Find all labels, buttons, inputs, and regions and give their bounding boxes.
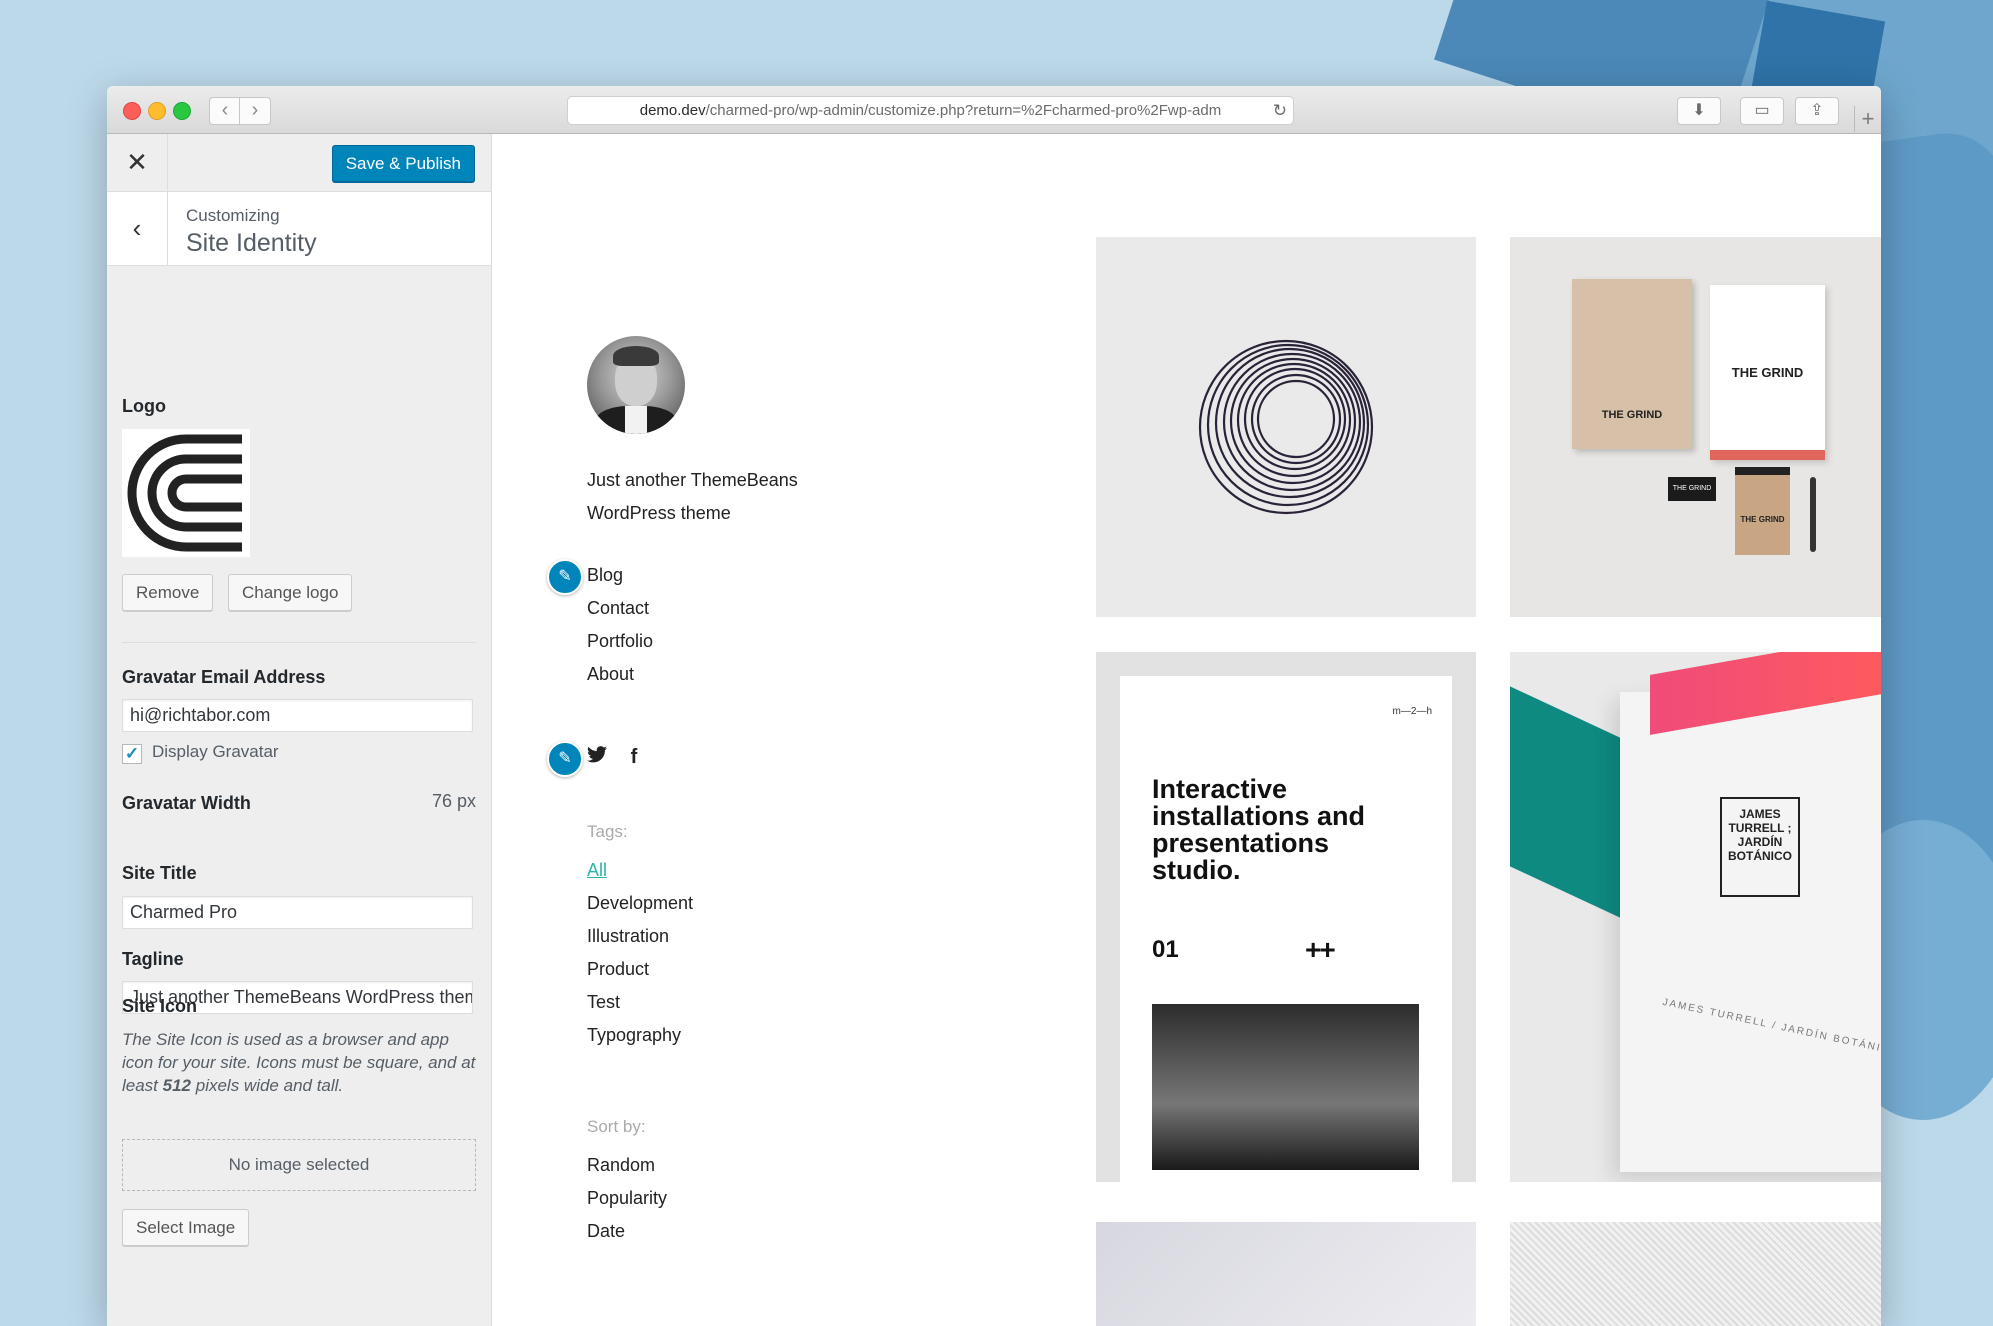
site-preview: Just another ThemeBeans WordPress theme …	[492, 134, 1881, 1326]
twitter-icon[interactable]	[587, 746, 607, 768]
site-title-label: Site Title	[122, 863, 197, 883]
tag-test[interactable]: Test	[587, 986, 693, 1019]
customizing-label: Customizing	[186, 206, 280, 225]
tags-filter: All Development Illustration Product Tes…	[587, 854, 693, 1052]
display-gravatar-label: Display Gravatar	[152, 742, 279, 761]
divider	[122, 642, 476, 643]
customizer-header: ✕ Save & Publish	[107, 134, 491, 192]
site-title-field[interactable]: Charmed Pro	[122, 896, 473, 929]
sort-popularity[interactable]: Popularity	[587, 1182, 667, 1215]
facebook-icon[interactable]: f	[631, 746, 638, 768]
edit-social-pencil-icon[interactable]: ✎	[547, 741, 583, 777]
portfolio-item-6[interactable]	[1510, 1222, 1881, 1326]
tag-development[interactable]: Development	[587, 887, 693, 920]
portfolio-item-the-grind[interactable]: THE GRIND THE GRIND THE GRIND THE GRIND	[1510, 237, 1881, 617]
edit-menu-pencil-icon[interactable]: ✎	[547, 559, 583, 595]
url-path: /charmed-pro/wp-admin/customize.php?retu…	[705, 102, 1222, 119]
tag-illustration[interactable]: Illustration	[587, 920, 693, 953]
remove-logo-button[interactable]: Remove	[122, 574, 214, 611]
menu-item-contact[interactable]: Contact	[587, 592, 653, 625]
back-arrow-icon[interactable]: ‹	[107, 192, 168, 265]
menu-item-blog[interactable]: Blog	[587, 559, 653, 592]
logo-label: Logo	[122, 396, 166, 416]
site-logo-preview	[122, 429, 250, 557]
close-window-button[interactable]	[123, 102, 141, 120]
section-title: Site Identity	[186, 229, 317, 257]
james-turrell-stamp: JAMES TURRELL ; JARDÍN BOTÁNICO	[1720, 797, 1800, 897]
portfolio-item-rings[interactable]	[1096, 237, 1476, 617]
section-header: ‹ Customizing Site Identity	[107, 192, 491, 266]
change-logo-button[interactable]: Change logo	[228, 574, 353, 611]
gravatar-width-label: Gravatar Width	[122, 793, 251, 813]
back-icon[interactable]: ‹	[209, 97, 241, 125]
minimize-window-button[interactable]	[148, 102, 166, 120]
browser-window: ‹ › demo.dev/charmed-pro/wp-admin/custom…	[107, 86, 1881, 1326]
tag-typography[interactable]: Typography	[587, 1019, 693, 1052]
site-icon-placeholder[interactable]: No image selected	[122, 1139, 476, 1191]
primary-menu: Blog Contact Portfolio About	[587, 559, 653, 691]
menu-item-portfolio[interactable]: Portfolio	[587, 625, 653, 658]
portfolio-item-5[interactable]	[1096, 1222, 1476, 1326]
site-tagline: Just another ThemeBeans WordPress theme	[587, 470, 798, 523]
gravatar-email-label: Gravatar Email Address	[122, 667, 326, 687]
zoom-window-button[interactable]	[173, 102, 191, 120]
browser-toolbar: ‹ › demo.dev/charmed-pro/wp-admin/custom…	[107, 86, 1881, 134]
sort-random[interactable]: Random	[587, 1149, 667, 1182]
portfolio-item-james-turrell[interactable]: JAMES TURRELL ; JARDÍN BOTÁNICO JAMES TU…	[1510, 652, 1881, 1182]
address-bar[interactable]: demo.dev/charmed-pro/wp-admin/customize.…	[567, 96, 1294, 125]
url-host: demo.dev	[639, 102, 706, 119]
rings-image	[1198, 339, 1374, 515]
avatar[interactable]	[587, 336, 685, 434]
tagline-label: Tagline	[122, 949, 184, 969]
reload-icon[interactable]: ↻	[1273, 97, 1287, 124]
save-publish-button[interactable]: Save & Publish	[331, 145, 475, 182]
studio-photo	[1152, 1004, 1419, 1170]
menu-item-about[interactable]: About	[587, 658, 653, 691]
tags-label: Tags:	[587, 822, 628, 841]
sort-date[interactable]: Date	[587, 1215, 667, 1248]
forward-icon[interactable]: ›	[239, 97, 271, 125]
site-icon-label: Site Icon	[122, 996, 198, 1016]
sort-options: Random Popularity Date	[587, 1149, 667, 1248]
display-gravatar-checkbox[interactable]: ✓	[122, 744, 142, 764]
tag-all[interactable]: All	[587, 854, 693, 887]
logo-image	[127, 434, 242, 552]
share-icon[interactable]: ⇪	[1795, 97, 1839, 125]
sort-label: Sort by:	[587, 1117, 646, 1136]
gravatar-email-field[interactable]: hi@richtabor.com	[122, 699, 473, 732]
customizer-panel: ✕ Save & Publish ‹ Customizing Site Iden…	[107, 134, 492, 1326]
download-icon[interactable]: ⬇	[1677, 97, 1721, 125]
social-links: f	[587, 746, 655, 769]
tag-product[interactable]: Product	[587, 953, 693, 986]
close-icon[interactable]: ✕	[107, 134, 168, 191]
new-tab-icon[interactable]: +	[1854, 106, 1881, 132]
select-image-button[interactable]: Select Image	[122, 1209, 250, 1246]
tabs-icon[interactable]: ▭	[1740, 97, 1784, 125]
poster-headline: Interactive installations and presentati…	[1152, 774, 1366, 885]
gravatar-width-value: 76 px	[431, 791, 476, 811]
portfolio-item-interactive-studio[interactable]: m—2—h Interactive installations and pres…	[1096, 652, 1476, 1182]
site-icon-description: The Site Icon is used as a browser and a…	[122, 1030, 476, 1095]
